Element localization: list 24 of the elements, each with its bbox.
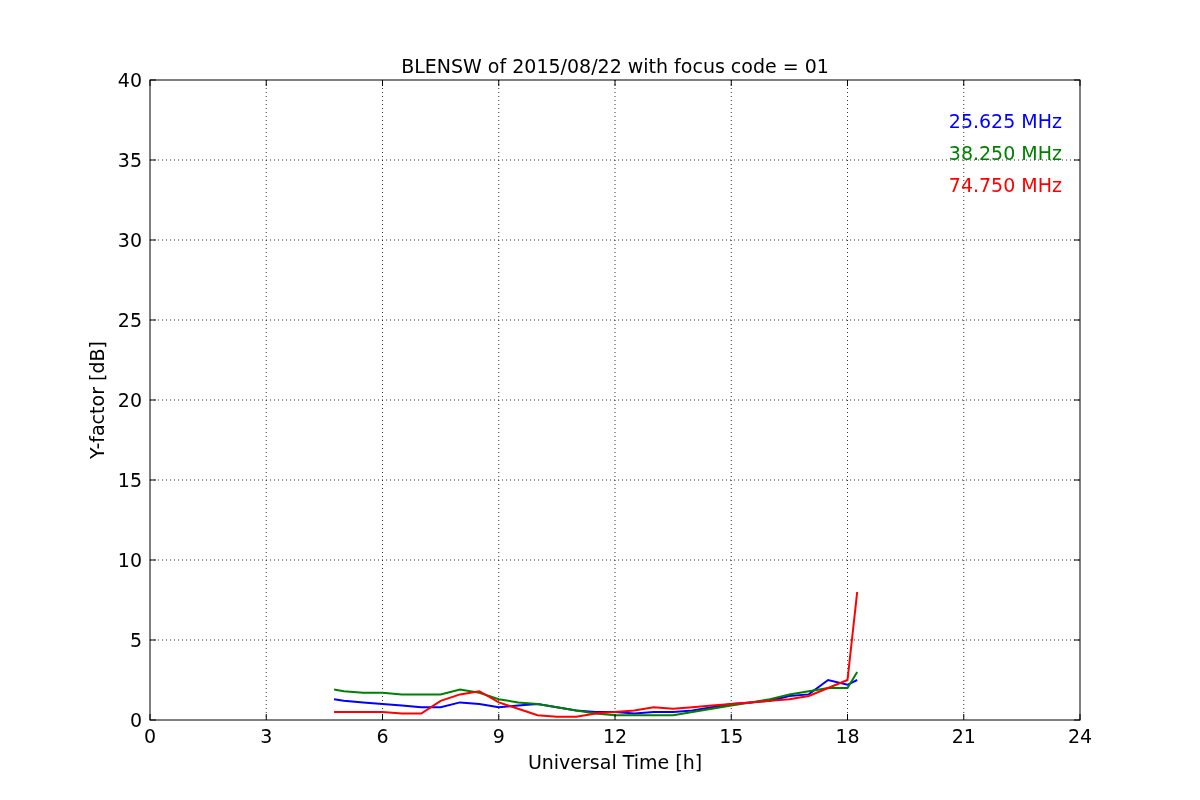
y-tick-label: 15 [117,469,142,491]
legend-label: 74.750 MHz [948,174,1062,196]
x-tick-label: 0 [143,725,157,747]
x-axis-label: Universal Time [h] [527,751,703,773]
x-tick-label: 15 [719,725,744,747]
x-tick-label: 12 [602,725,628,747]
x-tick-label: 3 [260,725,273,747]
x-tick-label: 9 [492,725,505,747]
y-tick-label: 40 [117,69,142,91]
y-tick-label: 5 [129,629,142,651]
x-tick-label: 18 [835,725,860,747]
x-tick-label: 24 [1067,725,1093,747]
chart-title: BLENSW of 2015/08/22 with focus code = 01 [401,55,829,77]
legend-label: 38.250 MHz [948,142,1062,164]
y-tick-label: 25 [117,309,142,331]
x-tick-label: 6 [376,725,389,747]
y-tick-label: 10 [117,549,142,571]
y-axis-label: Y-factor [dB] [86,341,108,459]
legend-label: 25.625 MHz [948,110,1062,132]
x-tick-label: 21 [951,725,976,747]
y-tick-label: 30 [117,229,142,251]
y-tick-label: 0 [129,709,142,731]
y-tick-label: 20 [117,389,142,411]
y-tick-label: 35 [117,149,142,171]
